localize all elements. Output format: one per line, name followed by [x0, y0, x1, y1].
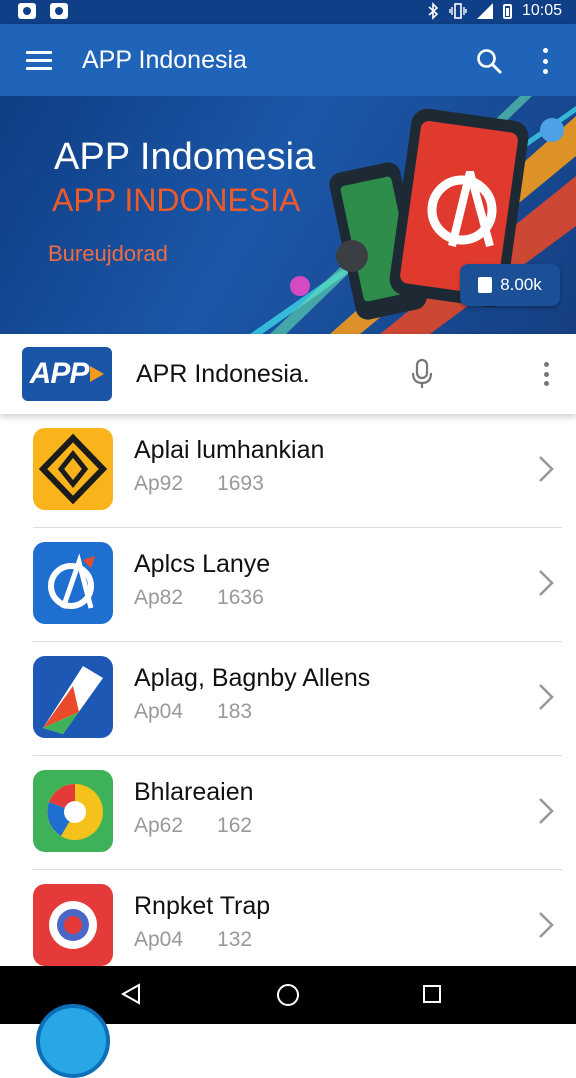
banner-title: APP Indomesia [54, 136, 316, 178]
app-count: 183 [217, 700, 253, 723]
app-meta: Ap04 183 [134, 700, 252, 724]
vibrate-icon [449, 3, 467, 19]
app-count: 162 [217, 814, 253, 837]
brand-logo: APP [22, 347, 112, 401]
search-card[interactable]: APP APR Indonesia. [0, 334, 576, 414]
card-more-vert-icon[interactable] [542, 362, 550, 386]
banner-dot [290, 276, 310, 296]
app-category: Ap04 [134, 700, 184, 723]
brand-logo-text: APP [29, 357, 90, 390]
app-icon [33, 542, 113, 624]
banner-badge-icon [540, 118, 564, 142]
battery-icon [502, 3, 512, 19]
bluetooth-icon [428, 2, 439, 20]
list-item[interactable]: Aplai lumhankian Ap92 1693 [0, 414, 576, 528]
app-meta: Ap62 162 [134, 814, 252, 838]
app-name: Rnpket Trap [134, 892, 271, 920]
app-bar: APP Indonesia [0, 24, 576, 96]
app-count: 1636 [217, 586, 264, 609]
search-query-text[interactable]: APR Indonesia. [136, 360, 310, 389]
mic-icon[interactable] [410, 358, 434, 390]
app-icon [33, 428, 113, 510]
chevron-right-icon [539, 798, 554, 824]
list-item[interactable]: Bhlareaien Ap62 162 [0, 756, 576, 870]
chevron-right-icon [539, 684, 554, 710]
book-icon [478, 277, 493, 293]
banner-book-button[interactable]: 8.00k [460, 264, 560, 306]
app-name: Aplai lumhankian [134, 436, 325, 464]
list-item[interactable]: Aplcs Lanye Ap82 1636 [0, 528, 576, 642]
app-meta: Ap92 1693 [134, 472, 264, 496]
app-category: Ap92 [134, 472, 184, 495]
banner-caption: Bureujdorad [48, 241, 168, 266]
banner-button-label: 8.00k [500, 275, 542, 294]
list-item[interactable]: Aplag, Bagnby Allens Ap04 183 [0, 642, 576, 756]
app-bar-title: APP Indonesia [82, 46, 247, 74]
chevron-right-icon [539, 456, 554, 482]
system-nav-bar [0, 966, 576, 1078]
promo-banner[interactable]: APP Indomesia APP INDONESIA Bureujdorad … [0, 96, 576, 334]
image-notification-icon [50, 3, 68, 19]
app-meta: Ap04 132 [134, 928, 252, 952]
more-vert-icon[interactable] [538, 48, 552, 74]
app-category: Ap62 [134, 814, 184, 837]
notification-icon [18, 3, 36, 19]
app-count: 132 [217, 928, 253, 951]
app-name: Aplcs Lanye [134, 550, 271, 578]
status-left [18, 3, 68, 19]
search-icon[interactable] [476, 48, 502, 74]
status-time: 10:05 [521, 2, 562, 19]
app-name: Bhlareaien [134, 778, 254, 806]
app-category: Ap82 [134, 586, 184, 609]
floating-app-icon[interactable] [36, 1004, 110, 1078]
app-icon [33, 884, 113, 966]
app-meta: Ap82 1636 [134, 586, 264, 610]
status-bar: 10:05 [0, 0, 576, 24]
banner-subtitle: APP INDONESIA [52, 182, 301, 218]
status-right: 10:05 [427, 2, 562, 20]
menu-icon[interactable] [26, 51, 52, 71]
app-count: 1693 [217, 472, 264, 495]
chevron-right-icon [539, 912, 554, 938]
app-category: Ap04 [134, 928, 184, 951]
brand-arrow-icon [90, 366, 105, 382]
back-icon[interactable] [120, 983, 142, 1005]
chevron-right-icon [539, 570, 554, 596]
app-icon [33, 656, 113, 738]
recents-icon[interactable] [423, 985, 441, 1003]
app-icon [33, 770, 113, 852]
app-name: Aplag, Bagnby Allens [134, 664, 371, 692]
home-icon[interactable] [277, 984, 299, 1006]
signal-icon [476, 3, 493, 19]
